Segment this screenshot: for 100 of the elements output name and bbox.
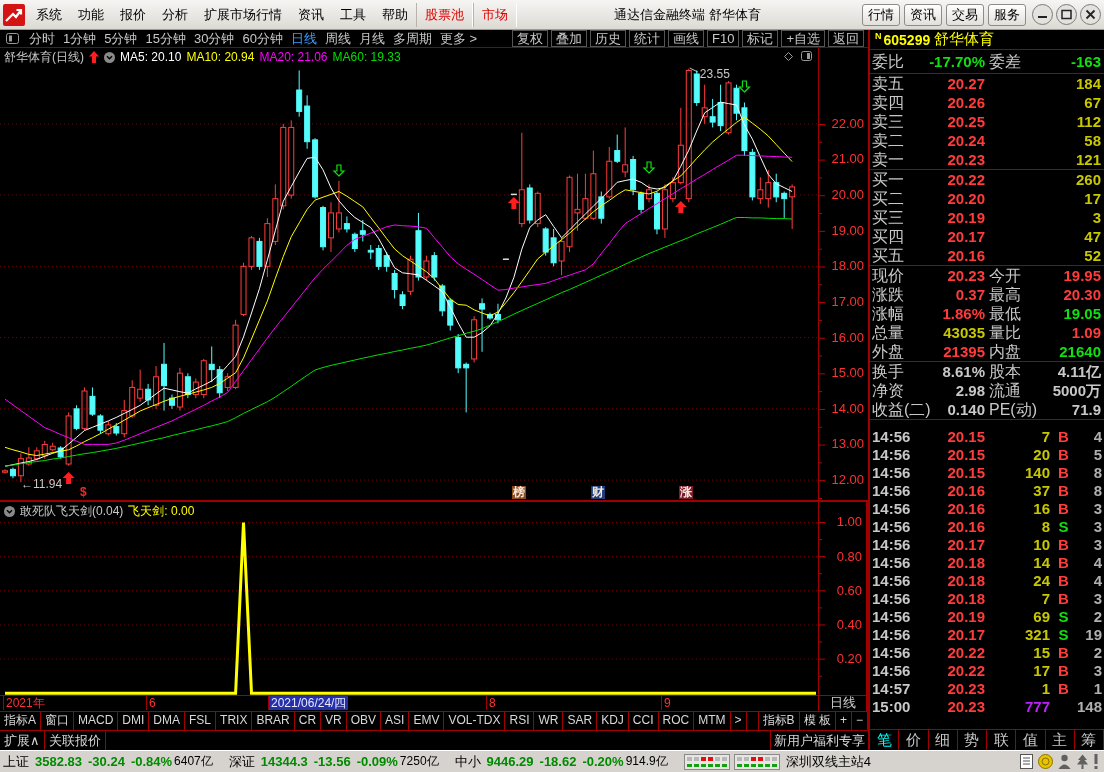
period-tab[interactable]: 分时 [25, 30, 59, 47]
indicator-tab[interactable]: DMA [149, 712, 186, 730]
indicator-tab[interactable]: CR [294, 712, 322, 730]
rising-candle [2, 468, 8, 475]
falling-candle [693, 69, 700, 107]
index-name: 中小 [454, 752, 481, 771]
menu-item[interactable]: 系统 [28, 2, 70, 27]
trade-time: 14:56 [872, 446, 912, 464]
period-tab[interactable]: 5分钟 [100, 30, 142, 47]
indicator-tab[interactable]: MTM [694, 712, 731, 730]
indicator-axis-label: 0.20 [836, 652, 862, 667]
indicator-tab[interactable]: TRIX [216, 712, 253, 730]
level-volume: 112 [1075, 112, 1101, 131]
dropdown-icon[interactable] [104, 51, 115, 63]
maximize-icon[interactable] [1056, 4, 1077, 25]
indicator-tab[interactable]: > [730, 712, 747, 730]
indicator-tab[interactable]: RSI [505, 712, 535, 730]
dropdown-icon[interactable] [4, 505, 15, 517]
panel-toggle-icon[interactable] [801, 51, 812, 61]
trade-volume: 1 [1040, 680, 1050, 698]
menu-item[interactable]: 扩展市场行情 [196, 2, 290, 27]
indicator-tab[interactable]: 模 板 [799, 712, 836, 730]
menu-item[interactable]: 资讯 [290, 2, 332, 27]
period-tab[interactable]: 多周期 [388, 30, 436, 47]
trade-price: 20.19 [946, 608, 985, 626]
indicator-tab[interactable]: MACD [74, 712, 119, 730]
nav-button[interactable]: 行情 [862, 3, 900, 26]
indicator-tab[interactable]: ROC [658, 712, 695, 730]
indicator-tab[interactable]: KDJ [597, 712, 629, 730]
indicator-tab[interactable]: 窗口 [41, 712, 74, 730]
indicator-tab[interactable]: VOL-TDX [444, 712, 506, 730]
nav-button[interactable]: 服务 [988, 3, 1026, 26]
period-tab[interactable]: 更多 > [435, 30, 482, 47]
indicator-tab[interactable]: ASI [381, 712, 410, 730]
menu-item[interactable]: 股票池 [416, 2, 473, 27]
level-price: 20.27 [946, 74, 985, 93]
tool-button[interactable]: 历史 [590, 30, 626, 47]
date-label: 9 [661, 696, 673, 710]
tree-icon[interactable] [1076, 754, 1089, 769]
period-tab[interactable]: 周线 [320, 30, 355, 47]
close-icon[interactable] [1080, 4, 1101, 25]
indicator-tab[interactable]: 指标B [758, 712, 800, 730]
menu-item[interactable]: 市场 [473, 2, 517, 27]
coin-icon[interactable] [1038, 754, 1053, 769]
tool-button[interactable]: 统计 [629, 30, 665, 47]
tool-button[interactable]: F10 [707, 30, 740, 47]
indicator-tab[interactable]: − [852, 712, 868, 730]
menu-item[interactable]: 分析 [154, 2, 196, 27]
period-tab[interactable]: 60分钟 [238, 30, 287, 47]
tool-button[interactable]: 返回 [828, 30, 864, 47]
menu-item[interactable]: 功能 [70, 2, 112, 27]
trade-price: 20.16 [946, 482, 985, 500]
indicator-tab[interactable]: OBV [346, 712, 382, 730]
quote-label: 换手 [872, 362, 904, 381]
diamond-icon[interactable] [784, 51, 793, 61]
indicator-tab[interactable]: WR [534, 712, 564, 730]
trade-volume: 17 [1032, 662, 1050, 680]
period-tab[interactable]: 日线 [286, 30, 321, 47]
trade-count: 3 [1092, 500, 1102, 518]
period-tab[interactable]: 30分钟 [189, 30, 239, 47]
period-tab[interactable]: 1分钟 [59, 30, 101, 47]
document-icon[interactable] [1020, 754, 1033, 769]
minimize-icon[interactable] [1032, 4, 1053, 25]
quote-label: 委差 [989, 52, 1021, 71]
indicator-tab[interactable]: + [835, 712, 852, 730]
person-icon[interactable] [1058, 754, 1071, 769]
nav-button[interactable]: 交易 [946, 3, 984, 26]
level-volume: 52 [1083, 246, 1101, 265]
trade-price: 20.22 [946, 662, 985, 680]
menu-item[interactable]: 工具 [332, 2, 374, 27]
level-volume: 260 [1074, 170, 1101, 189]
price-axis-label: 21.00 [831, 152, 864, 167]
tool-button[interactable]: 画线 [668, 30, 704, 47]
indicator-tab[interactable]: VR [321, 712, 347, 730]
indicator-tab[interactable]: FSL [185, 712, 217, 730]
nav-button[interactable]: 资讯 [904, 3, 942, 26]
quote-label: 委比 [872, 52, 904, 71]
event-marker: $ [79, 486, 88, 499]
period-tab[interactable]: 15分钟 [141, 30, 190, 47]
indicator-tab[interactable]: CCI [628, 712, 659, 730]
tool-button[interactable]: 叠加 [551, 30, 587, 47]
index-change: -13.56 [313, 754, 351, 769]
level-price: 20.22 [946, 170, 985, 189]
indicator-tab[interactable]: SAR [563, 712, 598, 730]
alert-icon[interactable] [1094, 754, 1098, 769]
menu-item[interactable]: 报价 [112, 2, 154, 27]
indicator-tab[interactable]: 指标A [0, 712, 41, 730]
trade-count: 5 [1092, 446, 1102, 464]
indicator-tab[interactable]: EMV [409, 712, 445, 730]
tool-button[interactable]: 复权 [512, 30, 548, 47]
tool-button[interactable]: 标记 [742, 30, 779, 47]
indicator-tab[interactable]: DMI [118, 712, 150, 730]
menu-item[interactable]: 帮助 [374, 2, 416, 27]
panel-toggle-icon[interactable] [6, 33, 19, 44]
period-tab[interactable]: 月线 [354, 30, 389, 47]
trade-side: B [1057, 446, 1070, 464]
quote-label: 收益(二) [872, 400, 931, 419]
tool-button[interactable]: +自选 [781, 30, 825, 47]
event-tag: 榜 [512, 486, 526, 499]
indicator-tab[interactable]: BRAR [252, 712, 295, 730]
